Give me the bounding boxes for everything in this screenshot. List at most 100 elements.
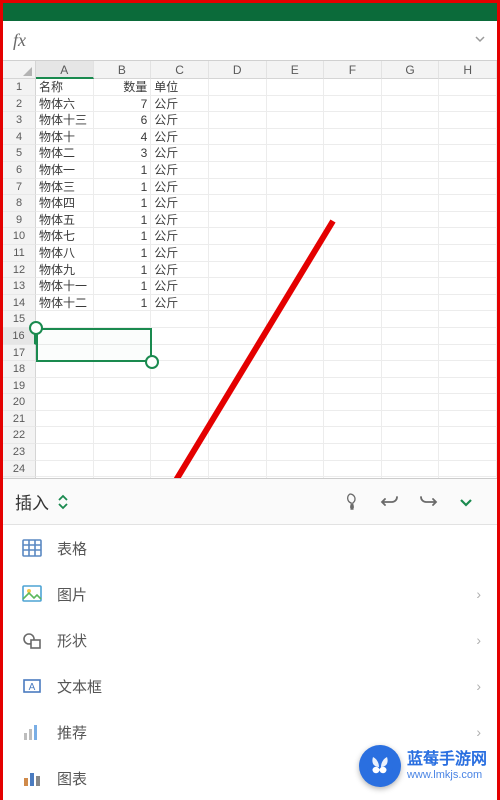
row-header[interactable]: 15 [3, 311, 36, 328]
cell[interactable] [439, 295, 497, 312]
cell[interactable] [324, 295, 382, 312]
column-header[interactable]: H [439, 61, 497, 79]
cell[interactable] [94, 378, 152, 395]
cell[interactable]: 公斤 [151, 145, 209, 162]
cell[interactable] [267, 129, 325, 146]
row-header[interactable]: 4 [3, 129, 36, 146]
cell[interactable]: 公斤 [151, 96, 209, 113]
cell[interactable] [267, 162, 325, 179]
cell[interactable] [324, 129, 382, 146]
formula-bar[interactable]: fx [3, 21, 497, 61]
cell[interactable] [324, 79, 382, 96]
cell[interactable]: 公斤 [151, 245, 209, 262]
row-header[interactable]: 9 [3, 212, 36, 229]
cell[interactable] [36, 394, 94, 411]
cell[interactable]: 1 [94, 245, 152, 262]
cell[interactable] [151, 361, 209, 378]
cell[interactable] [151, 427, 209, 444]
cell[interactable] [324, 477, 382, 479]
row-header[interactable]: 25 [3, 477, 36, 479]
formula-expand-icon[interactable] [473, 32, 487, 49]
cell[interactable] [94, 345, 152, 362]
cell[interactable] [439, 411, 497, 428]
cell[interactable]: 物体九 [36, 262, 94, 279]
cell[interactable]: 1 [94, 162, 152, 179]
cell[interactable] [267, 96, 325, 113]
cell[interactable] [209, 328, 267, 345]
cell[interactable] [439, 179, 497, 196]
row-header[interactable]: 10 [3, 228, 36, 245]
row-header[interactable]: 12 [3, 262, 36, 279]
cell[interactable] [267, 145, 325, 162]
column-header[interactable]: B [94, 61, 152, 79]
cell[interactable] [382, 228, 440, 245]
cell[interactable] [267, 79, 325, 96]
cell[interactable] [324, 162, 382, 179]
cell[interactable] [324, 394, 382, 411]
cell[interactable] [36, 461, 94, 478]
cell[interactable] [439, 394, 497, 411]
cell[interactable] [267, 394, 325, 411]
row-header[interactable]: 22 [3, 427, 36, 444]
cell[interactable] [439, 311, 497, 328]
cell[interactable]: 1 [94, 195, 152, 212]
cell[interactable] [324, 245, 382, 262]
cell[interactable]: 物体十一 [36, 278, 94, 295]
cell[interactable] [324, 262, 382, 279]
row-header[interactable]: 17 [3, 345, 36, 362]
cell[interactable]: 物体十二 [36, 295, 94, 312]
row-header[interactable]: 18 [3, 361, 36, 378]
row-header[interactable]: 8 [3, 195, 36, 212]
cell[interactable] [439, 444, 497, 461]
cell[interactable]: 公斤 [151, 195, 209, 212]
cell[interactable]: 4 [94, 129, 152, 146]
cell[interactable] [151, 477, 209, 479]
cell[interactable] [439, 228, 497, 245]
cell[interactable] [209, 129, 267, 146]
cell[interactable] [267, 295, 325, 312]
cell[interactable] [94, 394, 152, 411]
select-all-corner[interactable] [3, 61, 36, 79]
cell[interactable] [439, 461, 497, 478]
cell[interactable] [382, 477, 440, 479]
cell[interactable]: 公斤 [151, 129, 209, 146]
row-header[interactable]: 21 [3, 411, 36, 428]
row-header[interactable]: 7 [3, 179, 36, 196]
cell[interactable] [382, 278, 440, 295]
cell[interactable] [209, 245, 267, 262]
menu-item-picture[interactable]: 图片› [3, 571, 497, 617]
cell[interactable] [382, 461, 440, 478]
cell[interactable] [324, 145, 382, 162]
cell[interactable] [382, 145, 440, 162]
cell[interactable] [382, 212, 440, 229]
cell[interactable] [36, 328, 94, 345]
cell[interactable]: 单位 [151, 79, 209, 96]
cell[interactable] [209, 345, 267, 362]
cell[interactable] [267, 361, 325, 378]
cell[interactable] [324, 278, 382, 295]
column-header[interactable]: C [151, 61, 209, 79]
cell[interactable] [94, 311, 152, 328]
cell[interactable]: 物体六 [36, 96, 94, 113]
column-header[interactable]: F [324, 61, 382, 79]
cell[interactable] [382, 378, 440, 395]
cell[interactable] [94, 444, 152, 461]
cell[interactable] [36, 311, 94, 328]
cell[interactable]: 公斤 [151, 162, 209, 179]
cell[interactable] [151, 345, 209, 362]
cell[interactable] [209, 262, 267, 279]
column-header[interactable]: D [209, 61, 267, 79]
cell[interactable] [209, 444, 267, 461]
row-header[interactable]: 23 [3, 444, 36, 461]
cell[interactable] [324, 444, 382, 461]
cell[interactable] [36, 477, 94, 479]
column-headers[interactable]: ABCDEFGH [36, 61, 497, 79]
cell[interactable] [382, 195, 440, 212]
cell[interactable] [151, 311, 209, 328]
cell[interactable] [324, 378, 382, 395]
row-header[interactable]: 13 [3, 278, 36, 295]
cell[interactable]: 物体十 [36, 129, 94, 146]
cell[interactable] [439, 195, 497, 212]
cell[interactable] [209, 112, 267, 129]
cell[interactable] [324, 461, 382, 478]
